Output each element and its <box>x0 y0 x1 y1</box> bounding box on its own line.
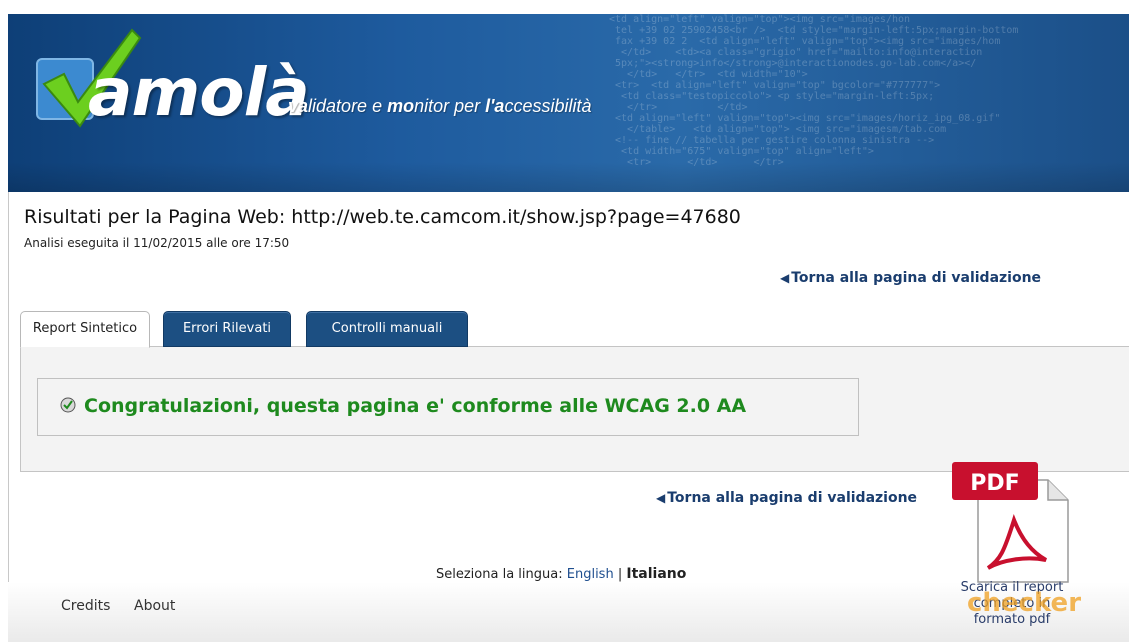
conformance-notice: Congratulazioni, questa pagina e' confor… <box>37 378 859 436</box>
results-title: Risultati per la Pagina Web: http://web.… <box>24 206 741 228</box>
conformance-message: Congratulazioni, questa pagina e' confor… <box>84 395 747 417</box>
tab-controlli-manuali[interactable]: Controlli manuali <box>306 311 468 347</box>
back-to-validation-link-bottom[interactable]: ◀ Torna alla pagina di validazione <box>656 490 917 506</box>
check-circle-icon <box>60 397 76 413</box>
logo-tagline: validatore e monitor per l'accessibilità <box>288 96 592 116</box>
language-selector: Seleziona la lingua: English | Italiano <box>436 566 686 582</box>
credits-link[interactable]: Credits <box>61 598 110 614</box>
logo-wordmark: amolà <box>88 54 310 131</box>
banner-shade <box>8 162 1129 192</box>
language-italian-current: Italiano <box>626 566 687 582</box>
about-link[interactable]: About <box>134 598 175 614</box>
tab-report-sintetico[interactable]: Report Sintetico <box>20 311 150 348</box>
back-to-validation-link-top[interactable]: ◀ Torna alla pagina di validazione <box>780 270 1041 286</box>
tab-errori-rilevati[interactable]: Errori Rilevati <box>163 311 291 347</box>
pdf-badge-text: PDF <box>970 471 1019 496</box>
analysis-date: Analisi eseguita il 11/02/2015 alle ore … <box>24 236 290 250</box>
left-triangle-icon: ◀ <box>656 491 666 505</box>
checker-watermark: checker <box>967 588 1082 618</box>
left-triangle-icon: ◀ <box>780 271 790 285</box>
language-english-link[interactable]: English <box>567 567 614 582</box>
language-prompt: Seleziona la lingua: <box>436 567 563 582</box>
language-separator: | <box>617 567 623 582</box>
